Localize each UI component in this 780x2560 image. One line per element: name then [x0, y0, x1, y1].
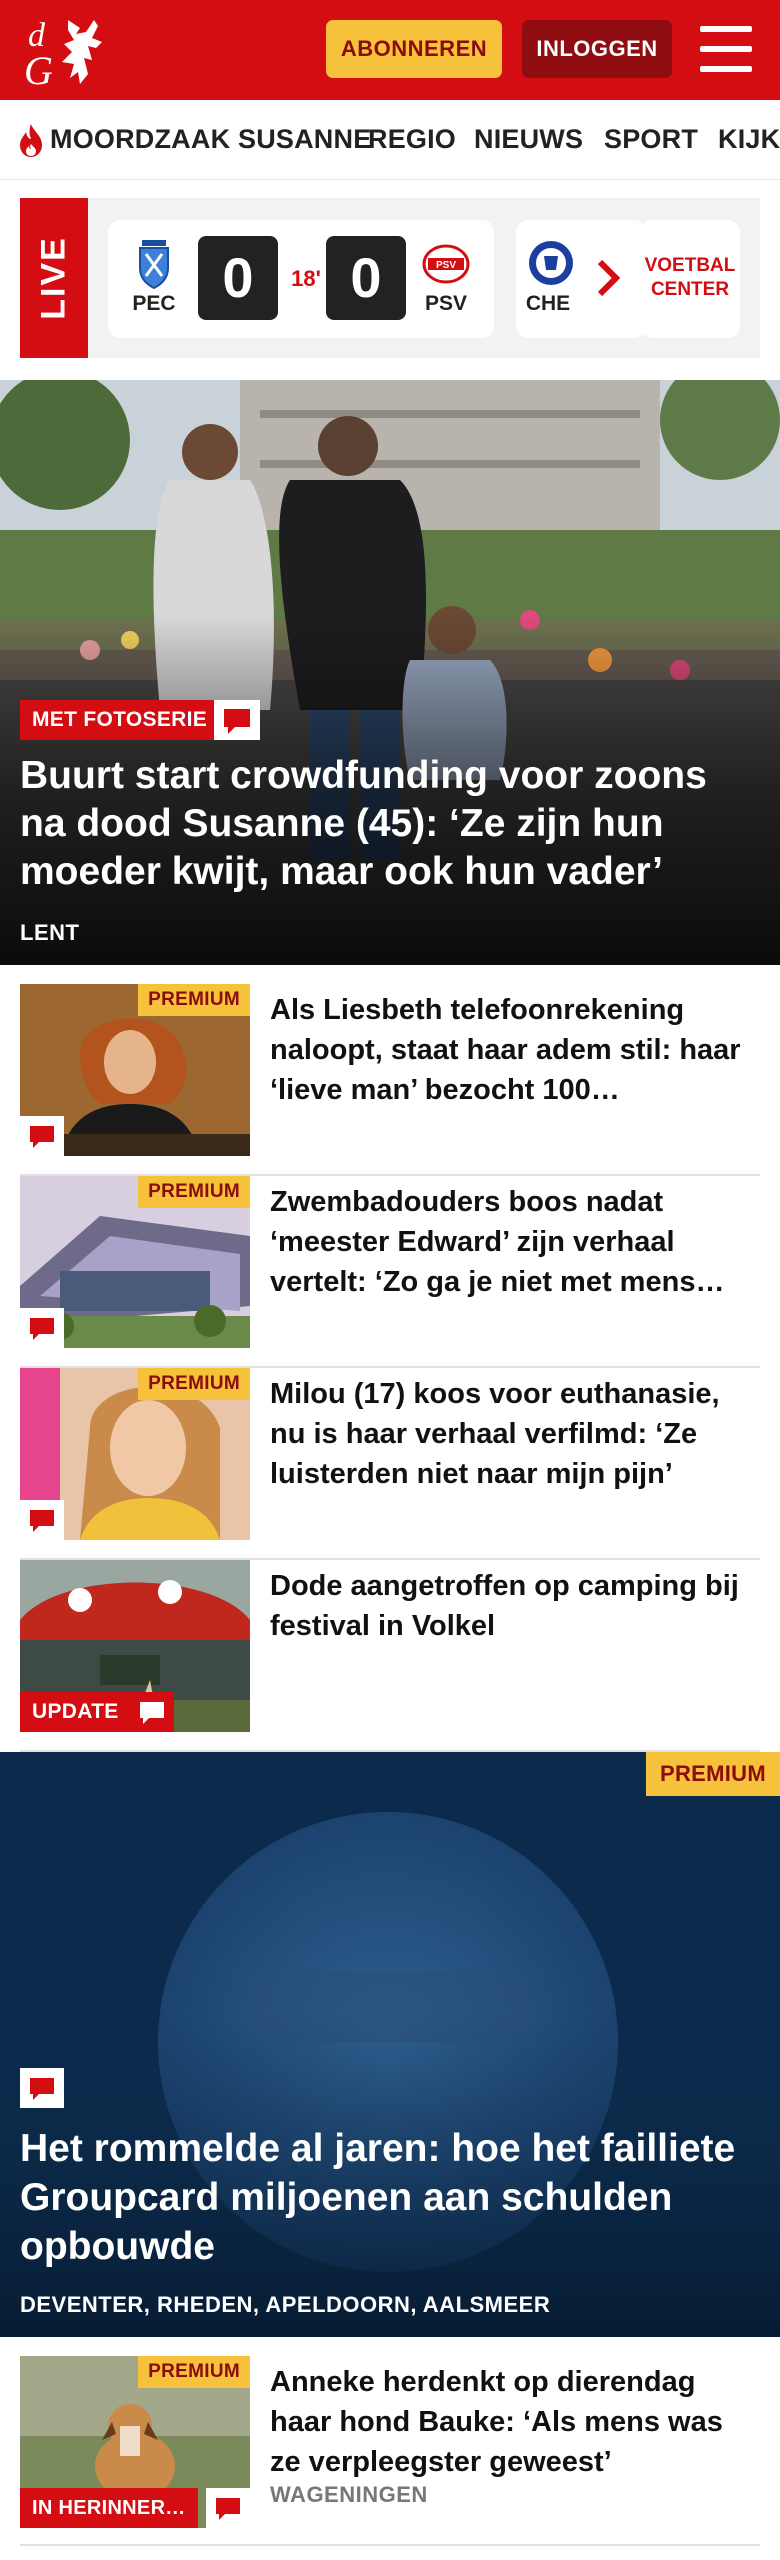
premium-badge: PREMIUM	[138, 2356, 250, 2388]
article-item[interactable]: PREMIUM Milou (17) koos voor euthanasie,…	[20, 1368, 760, 1560]
featured-title[interactable]: Het rommelde al jaren: hoe het failliete…	[20, 2124, 760, 2271]
article-title[interactable]: Dode aangetroffen op camping bij festiva…	[270, 1566, 750, 1646]
comment-icon	[20, 1116, 64, 1156]
login-button[interactable]: INLOGGEN	[522, 20, 672, 78]
flame-icon	[20, 124, 42, 157]
premium-badge: PREMIUM	[138, 1176, 250, 1208]
article-title[interactable]: Anneke herdenkt op dierendag haar hond B…	[270, 2362, 750, 2482]
live-tab: LIVE	[20, 198, 88, 358]
comment-icon	[214, 700, 260, 740]
site-logo[interactable]: d G	[22, 12, 112, 90]
article-thumbnail: PREMIUM	[20, 1176, 250, 1348]
premium-badge: PREMIUM	[646, 1752, 780, 1796]
svg-text:G: G	[24, 48, 53, 90]
live-label: LIVE	[34, 236, 73, 320]
nav-item-nieuws[interactable]: NIEUWS	[474, 124, 583, 155]
comment-icon	[20, 1500, 64, 1540]
comment-icon	[206, 2488, 250, 2528]
article-item[interactable]: UPDATE Dode aangetroffen op camping bij …	[20, 1560, 760, 1752]
in-memoriam-badge: IN HERINNER…	[20, 2488, 198, 2528]
live-scores-bar: LIVE PEC 0 18' 0 PSV PSV CHE VOETBAL CEN…	[20, 198, 760, 358]
premium-badge: PREMIUM	[138, 984, 250, 1016]
comment-icon	[20, 1308, 64, 1348]
next-home-team-name: CHE	[525, 292, 571, 315]
featured-premium-article[interactable]: PREMIUM Het rommelde al jaren: hoe het f…	[0, 1752, 780, 2337]
premium-badge: PREMIUM	[138, 1368, 250, 1400]
article-thumbnail: PREMIUM	[20, 1368, 250, 1540]
away-score: 0	[326, 236, 406, 320]
subscribe-button[interactable]: ABONNEREN	[326, 20, 502, 78]
update-badge: UPDATE	[20, 1692, 131, 1732]
home-team-name: PEC	[132, 292, 176, 315]
hero-article[interactable]: MET FOTOSERIE Buurt start crowdfunding v…	[0, 380, 780, 965]
article-thumbnail: PREMIUM	[20, 984, 250, 1156]
main-nav: MOORDZAAK SUSANNE REGIO NIEUWS SPORT KIJ…	[0, 100, 780, 180]
featured-location: DEVENTER, RHEDEN, APELDOORN, AALSMEER	[20, 2292, 551, 2317]
comment-icon	[130, 1692, 174, 1732]
article-thumbnail: PREMIUM IN HERINNER…	[20, 2356, 250, 2528]
voetbal-center-link[interactable]: VOETBAL CENTER	[640, 220, 740, 338]
chevron-right-icon[interactable]	[588, 256, 628, 300]
article-location: WAGENINGEN	[270, 2482, 428, 2507]
nav-item-kijk[interactable]: KIJK	[718, 124, 780, 155]
comment-icon	[20, 2068, 64, 2108]
match-card[interactable]: PEC 0 18' 0 PSV PSV	[108, 220, 494, 338]
home-score: 0	[198, 236, 278, 320]
site-header: d G ABONNEREN INLOGGEN	[0, 0, 780, 100]
psv-crest-icon: PSV	[422, 244, 470, 284]
hero-location: LENT	[20, 920, 80, 945]
nav-item-sport[interactable]: SPORT	[604, 124, 698, 155]
menu-icon[interactable]	[700, 26, 752, 72]
chelsea-crest-icon	[529, 241, 573, 285]
article-title[interactable]: Milou (17) koos voor euthanasie, nu is h…	[270, 1374, 750, 1494]
match-minute: 18'	[291, 266, 321, 291]
article-item[interactable]: PREMIUM IN HERINNER… Anneke herdenkt op …	[20, 2356, 760, 2546]
pec-zwolle-crest-icon	[139, 240, 169, 290]
article-item[interactable]: PREMIUM Zwembadouders boos nadat ‘meeste…	[20, 1176, 760, 1368]
nav-item-moordzaak-susanne[interactable]: MOORDZAAK SUSANNE	[50, 124, 371, 155]
hero-title[interactable]: Buurt start crowdfunding voor zoons na d…	[20, 752, 760, 896]
nav-item-regio[interactable]: REGIO	[368, 124, 456, 155]
article-title[interactable]: Zwembadouders boos nadat ‘meester Edward…	[270, 1182, 750, 1302]
article-title[interactable]: Als Liesbeth telefoonrekening naloopt, s…	[270, 990, 750, 1110]
article-item[interactable]: PREMIUM Als Liesbeth telefoonrekening na…	[20, 984, 760, 1176]
photo-series-badge: MET FOTOSERIE	[20, 700, 220, 740]
article-thumbnail: UPDATE	[20, 1560, 250, 1732]
svg-text:PSV: PSV	[436, 260, 456, 271]
away-team-name: PSV	[424, 292, 468, 315]
